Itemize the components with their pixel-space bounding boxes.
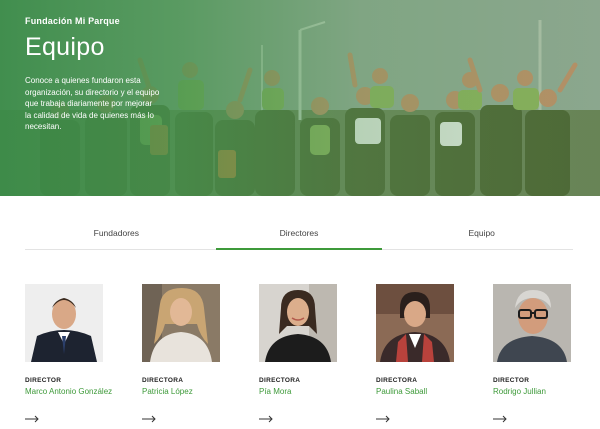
member-name[interactable]: Paulina Saball <box>376 387 476 397</box>
arrow-right-icon[interactable] <box>493 415 507 423</box>
member-photo[interactable] <box>493 284 571 362</box>
member-photo[interactable] <box>376 284 454 362</box>
directors-grid: DIRECTOR Marco Antonio González DIRECTOR… <box>25 284 585 429</box>
page-title: Equipo <box>25 33 105 61</box>
avatar-marco-antonio-gonzalez <box>25 284 103 362</box>
avatar-patricia-lopez <box>142 284 220 362</box>
tab-fundadores[interactable]: Fundadores <box>25 222 208 249</box>
member-name[interactable]: Patricia López <box>142 387 242 397</box>
member-name[interactable]: Marco Antonio González <box>25 387 125 397</box>
member-card[interactable]: DIRECTORA Patricia López <box>142 284 220 423</box>
member-card[interactable]: DIRECTOR Marco Antonio González <box>25 284 112 423</box>
hero-brand-label: Fundación Mi Parque <box>25 16 120 26</box>
member-card[interactable]: DIRECTOR Rodrigo Jullian <box>493 284 571 423</box>
arrow-right-icon[interactable] <box>376 415 390 423</box>
member-photo[interactable] <box>259 284 337 362</box>
tab-equipo[interactable]: Equipo <box>390 222 573 249</box>
member-photo[interactable] <box>25 284 103 362</box>
member-role: DIRECTORA <box>142 377 184 384</box>
member-card[interactable]: DIRECTORA Pía Mora <box>259 284 337 423</box>
arrow-right-icon[interactable] <box>25 415 39 423</box>
member-name[interactable]: Pía Mora <box>259 387 359 397</box>
avatar-pia-mora <box>259 284 337 362</box>
member-card[interactable]: DIRECTORA Paulina Saball <box>376 284 454 423</box>
hero-description: Conoce a quienes fundaron esta organizac… <box>25 76 160 131</box>
arrow-right-icon[interactable] <box>142 415 156 423</box>
arrow-right-icon[interactable] <box>259 415 273 423</box>
member-name[interactable]: Rodrigo Jullian <box>493 387 593 397</box>
avatar-paulina-saball <box>376 284 454 362</box>
member-role: DIRECTOR <box>493 377 530 384</box>
hero-banner: Fundación Mi Parque Equipo Conoce a quie… <box>0 0 600 196</box>
tab-directores[interactable]: Directores <box>208 222 391 250</box>
avatar-rodrigo-jullian <box>493 284 571 362</box>
member-role: DIRECTORA <box>376 377 418 384</box>
member-role: DIRECTOR <box>25 377 62 384</box>
member-role: DIRECTORA <box>259 377 301 384</box>
team-tabs: Fundadores Directores Equipo <box>25 222 573 250</box>
member-photo[interactable] <box>142 284 220 362</box>
